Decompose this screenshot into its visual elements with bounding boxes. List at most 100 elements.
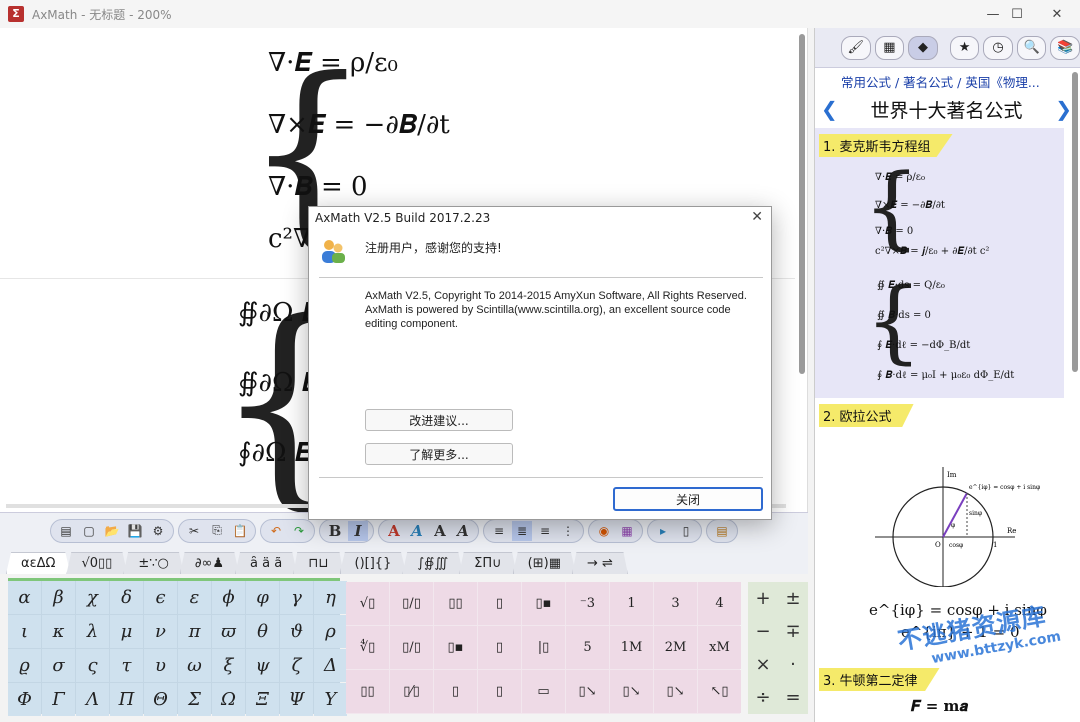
symbol-key[interactable]: ρ bbox=[314, 615, 347, 648]
open-folder-icon[interactable]: 📂 bbox=[102, 521, 122, 541]
symbol-key[interactable]: υ bbox=[144, 649, 177, 682]
tab-arrows[interactable]: → ⇌ bbox=[571, 552, 628, 574]
operator-key[interactable]: · bbox=[778, 648, 808, 681]
symbol-key[interactable]: ϱ bbox=[8, 649, 41, 682]
new-file-icon[interactable]: ▢ bbox=[79, 521, 99, 541]
symbol-key[interactable]: α bbox=[8, 581, 41, 614]
symbol-key[interactable]: δ bbox=[110, 581, 143, 614]
grid-tab-icon[interactable]: ▦ bbox=[874, 35, 905, 60]
symbol-key[interactable]: Π bbox=[110, 683, 143, 716]
symbol-key[interactable]: η bbox=[314, 581, 347, 614]
learn-more-button[interactable]: 了解更多... bbox=[365, 443, 513, 465]
settings-icon[interactable]: ⚙ bbox=[148, 521, 168, 541]
cut-icon[interactable]: ✂ bbox=[184, 521, 204, 541]
symbol-key[interactable]: Ψ bbox=[280, 683, 313, 716]
copy-icon[interactable]: ⎘ bbox=[207, 521, 227, 541]
diamond-tab-icon[interactable]: ◆ bbox=[908, 35, 938, 60]
operator-key[interactable]: ± bbox=[778, 582, 808, 615]
bold-button[interactable]: B bbox=[325, 521, 345, 541]
dialog-close-icon[interactable]: ✕ bbox=[751, 209, 763, 225]
symbol-key[interactable]: ϕ bbox=[212, 581, 245, 614]
tab-sums[interactable]: ΣΠ∪ bbox=[459, 552, 517, 574]
align-right-icon[interactable]: ≡ bbox=[535, 521, 555, 541]
template-key[interactable]: ▭ bbox=[522, 670, 565, 713]
template-key[interactable]: 3 bbox=[654, 582, 697, 625]
symbol-key[interactable]: ϵ bbox=[144, 581, 177, 614]
tab-integrals[interactable]: ∫∯∭ bbox=[402, 552, 464, 574]
font-style-4-button[interactable]: A bbox=[453, 521, 473, 541]
template-key[interactable]: ▯ bbox=[478, 626, 521, 669]
tab-sets[interactable]: ⊓⊔ bbox=[293, 552, 344, 574]
redo-icon[interactable]: ↷ bbox=[289, 521, 309, 541]
operator-key[interactable]: ∓ bbox=[778, 615, 808, 648]
operator-key[interactable]: = bbox=[778, 681, 808, 714]
template-key[interactable]: ▯ bbox=[478, 582, 521, 625]
template-key[interactable]: ↖▯ bbox=[698, 670, 741, 713]
save-icon[interactable]: 💾 bbox=[125, 521, 145, 541]
template-key[interactable]: 2M bbox=[654, 626, 697, 669]
symbol-key[interactable]: ξ bbox=[212, 649, 245, 682]
symbol-key[interactable]: μ bbox=[110, 615, 143, 648]
symbol-key[interactable]: ς bbox=[76, 649, 109, 682]
template-key[interactable]: ▯ bbox=[478, 670, 521, 713]
numbering-icon[interactable]: ▯ bbox=[676, 521, 696, 541]
tab-brackets[interactable]: ()[]{} bbox=[339, 552, 407, 574]
template-key[interactable]: ▯▪ bbox=[434, 626, 477, 669]
align-equals-icon[interactable]: ⋮ bbox=[558, 521, 578, 541]
symbol-key[interactable]: Υ bbox=[314, 683, 347, 716]
symbol-key[interactable]: Ξ bbox=[246, 683, 279, 716]
template-key[interactable]: ▯/▯ bbox=[390, 626, 433, 669]
operator-key[interactable]: × bbox=[748, 648, 778, 681]
symbol-key[interactable]: ϑ bbox=[280, 615, 313, 648]
symbol-key[interactable]: τ bbox=[110, 649, 143, 682]
tab-matrices[interactable]: (⊞)▦ bbox=[512, 552, 576, 574]
search-tab-icon[interactable]: 🔍 bbox=[1016, 35, 1047, 60]
align-center-icon[interactable]: ≣ bbox=[512, 520, 532, 541]
color-palette-icon[interactable]: ▦ bbox=[617, 521, 637, 541]
tab-operators[interactable]: ±∵○ bbox=[123, 552, 184, 574]
suggest-button[interactable]: 改进建议... bbox=[365, 409, 513, 431]
template-key[interactable]: 5 bbox=[566, 626, 609, 669]
template-key[interactable]: ▯ bbox=[434, 670, 477, 713]
brush-tab-icon[interactable]: 🖌 bbox=[841, 35, 871, 60]
template-key[interactable]: ▯↘ bbox=[654, 670, 697, 713]
font-style-2-button[interactable]: A bbox=[407, 521, 427, 541]
symbol-key[interactable]: Θ bbox=[144, 683, 177, 716]
symbol-key[interactable]: κ bbox=[42, 615, 75, 648]
symbol-key[interactable]: γ bbox=[280, 581, 313, 614]
paste-icon[interactable]: 📋 bbox=[230, 521, 250, 541]
symbol-key[interactable]: ψ bbox=[246, 649, 279, 682]
symbol-key[interactable]: ι bbox=[8, 615, 41, 648]
toolbox-icon[interactable]: ▤ bbox=[712, 521, 732, 541]
close-dialog-button[interactable]: 关闭 bbox=[613, 487, 763, 511]
symbol-key[interactable]: β bbox=[42, 581, 75, 614]
template-key[interactable]: ▯↘ bbox=[610, 670, 653, 713]
section-euler[interactable]: 2. 欧拉公式 Im Re e^{iφ} = cosφ + i sinφ sin… bbox=[815, 404, 1064, 641]
template-key[interactable]: ▯⁄▯ bbox=[390, 670, 433, 713]
prev-arrow-icon[interactable]: ❮ bbox=[821, 97, 838, 121]
template-key[interactable]: 1M bbox=[610, 626, 653, 669]
play-icon[interactable]: ▸ bbox=[653, 521, 673, 541]
template-key[interactable]: ▯↘ bbox=[566, 670, 609, 713]
symbol-key[interactable]: Λ bbox=[76, 683, 109, 716]
symbol-key[interactable]: Δ bbox=[314, 649, 347, 682]
close-window-button[interactable]: ✕ bbox=[1034, 0, 1080, 28]
next-arrow-icon[interactable]: ❯ bbox=[1055, 97, 1072, 121]
italic-button[interactable]: I bbox=[348, 520, 368, 541]
symbol-key[interactable]: Ω bbox=[212, 683, 245, 716]
symbol-key[interactable]: Σ bbox=[178, 683, 211, 716]
star-tab-icon[interactable]: ★ bbox=[949, 35, 980, 60]
symbol-key[interactable]: ω bbox=[178, 649, 211, 682]
symbol-key[interactable]: Φ bbox=[8, 683, 41, 716]
tab-misc[interactable]: ∂∞♟ bbox=[179, 552, 240, 574]
font-style-3-button[interactable]: A bbox=[430, 521, 450, 541]
align-left-icon[interactable]: ≡ bbox=[489, 521, 509, 541]
symbol-key[interactable]: ε bbox=[178, 581, 211, 614]
template-key[interactable]: |▯ bbox=[522, 626, 565, 669]
clock-tab-icon[interactable]: ◷ bbox=[983, 35, 1013, 60]
operator-key[interactable]: + bbox=[748, 582, 778, 615]
symbol-key[interactable]: σ bbox=[42, 649, 75, 682]
symbol-key[interactable]: ζ bbox=[280, 649, 313, 682]
tab-greek[interactable]: αεΔΩ bbox=[6, 552, 71, 574]
font-style-1-button[interactable]: A bbox=[384, 521, 404, 541]
